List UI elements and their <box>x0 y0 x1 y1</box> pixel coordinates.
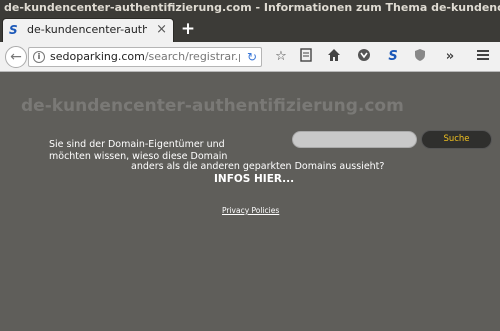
home-icon[interactable] <box>325 48 343 66</box>
url-host: sedoparking.com <box>50 50 145 63</box>
sedo-icon[interactable]: S <box>384 48 402 66</box>
navigation-bar: ← i sedoparking.com/search/registrar.php… <box>0 42 500 72</box>
infos-link[interactable]: INFOS HIER... <box>214 173 294 185</box>
back-button[interactable]: ← <box>5 46 27 68</box>
url-bar[interactable]: i sedoparking.com/search/registrar.php? … <box>28 47 262 67</box>
reading-list-icon[interactable] <box>297 48 315 66</box>
reload-icon[interactable]: ↻ <box>247 48 257 66</box>
window-title: de-kundencenter-authentifizierung.com - … <box>4 1 500 14</box>
tab-close-icon[interactable]: × <box>156 19 167 41</box>
back-arrow-icon: ← <box>10 49 22 65</box>
tab-title: de-kundencenter-authentifi <box>27 23 147 36</box>
owner-message-line3: anders als die anderen geparkten Domains… <box>131 161 385 172</box>
overflow-icon[interactable]: » <box>441 48 459 66</box>
privacy-policies-link[interactable]: Privacy Policies <box>222 206 279 215</box>
search-input[interactable] <box>292 131 417 148</box>
window-titlebar: de-kundencenter-authentifizierung.com - … <box>0 0 500 16</box>
shield-icon[interactable] <box>411 48 429 66</box>
sedo-favicon-icon: S <box>9 23 18 37</box>
pocket-icon[interactable] <box>355 48 373 66</box>
star-icon[interactable]: ☆ <box>272 48 290 66</box>
new-tab-button[interactable]: + <box>180 18 196 40</box>
site-info-icon[interactable]: i <box>33 51 45 63</box>
tab-bar: S de-kundencenter-authentifi × <box>0 16 500 42</box>
owner-message-line1: Sie sind der Domain-Eigentümer und <box>49 139 225 150</box>
menu-icon[interactable] <box>474 48 492 66</box>
search-button[interactable]: Suche <box>421 130 492 149</box>
tab-active[interactable]: S de-kundencenter-authentifi × <box>2 18 174 42</box>
parked-domain-title: de-kundencenter-authentifizierung.com <box>21 96 404 116</box>
url-text[interactable]: sedoparking.com/search/registrar.php? <box>50 48 240 66</box>
page-content: de-kundencenter-authentifizierung.com Si… <box>0 72 500 331</box>
url-path: /search/registrar.php? <box>144 50 240 63</box>
